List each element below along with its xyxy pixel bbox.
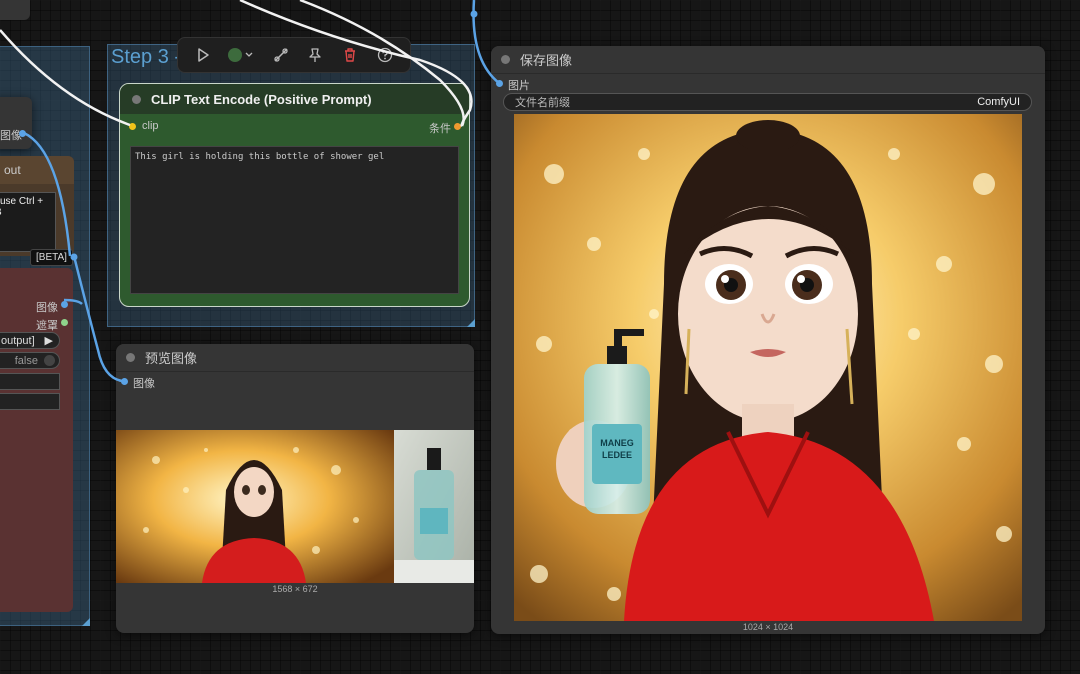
combo-value: output]: [1, 334, 35, 347]
input-widget[interactable]: [0, 373, 60, 390]
partial-node-a[interactable]: 图像: [0, 97, 32, 149]
preview-image-node[interactable]: 预览图像 图像 1568 × 672: [116, 344, 474, 633]
save-image-node[interactable]: 保存图像 图片 文件名前缀 ComfyUI MANEG LEDEE 1024 ×…: [491, 46, 1045, 634]
output-label-image: 图像: [36, 302, 58, 314]
color-circle-icon[interactable]: [225, 42, 259, 68]
image-dimensions: 1568 × 672: [272, 584, 318, 594]
output-image[interactable]: MANEG LEDEE: [514, 114, 1022, 621]
svg-text:MANEG: MANEG: [600, 438, 634, 448]
filename-prefix-field[interactable]: 文件名前缀 ComfyUI: [503, 93, 1032, 111]
collapse-dot[interactable]: [501, 55, 510, 64]
group-resize-handle[interactable]: [467, 319, 475, 327]
node-toolbar: [177, 37, 411, 73]
partial-node-top[interactable]: [0, 0, 30, 20]
image-dimensions: 1024 × 1024: [742, 622, 794, 632]
group-resize-handle[interactable]: [82, 618, 90, 626]
output-label-conditioning: 条件: [429, 123, 451, 135]
node-title: out: [4, 163, 21, 177]
node-title: CLIP Text Encode (Positive Prompt): [151, 91, 372, 107]
node-title: 预览图像: [145, 351, 198, 366]
field-value: ComfyUI: [977, 96, 1020, 108]
prompt-textarea[interactable]: This girl is holding this bottle of show…: [130, 146, 459, 294]
input-slot-image[interactable]: [121, 378, 128, 385]
play-icon[interactable]: [190, 42, 216, 68]
toggle-value: false: [14, 354, 38, 367]
collapse-dot[interactable]: [132, 94, 141, 104]
combo-widget[interactable]: output] ▶: [0, 332, 60, 349]
arrow-right-icon: ▶: [44, 335, 53, 347]
prompt-text: This girl is holding this bottle of show…: [135, 152, 385, 162]
output-label-mask: 遮罩: [36, 320, 58, 332]
input-widget[interactable]: [0, 393, 60, 410]
output-slot-mask[interactable]: [61, 319, 68, 326]
toggle-widget[interactable]: false: [0, 352, 60, 369]
output-slot[interactable]: [19, 130, 26, 137]
textarea-text: l use Ctrl + B: [0, 196, 44, 218]
node-title: 保存图像: [520, 53, 573, 68]
input-label-image: 图像: [133, 378, 155, 390]
preview-image[interactable]: [116, 430, 474, 583]
partial-node-b[interactable]: out l use Ctrl + B: [0, 156, 74, 256]
field-label: 文件名前缀: [515, 97, 570, 109]
group-title[interactable]: Step 3 -: [111, 46, 181, 69]
toggle-knob: [44, 355, 55, 366]
input-label-images: 图片: [508, 80, 530, 92]
pin-icon[interactable]: [302, 42, 328, 68]
input-label-clip: clip: [142, 120, 159, 132]
output-slot-conditioning[interactable]: [454, 123, 461, 130]
input-slot-images[interactable]: [496, 80, 503, 87]
trash-icon[interactable]: [337, 42, 363, 68]
output-slot-image[interactable]: [61, 301, 68, 308]
clip-text-encode-node[interactable]: CLIP Text Encode (Positive Prompt) clip …: [119, 83, 470, 307]
partial-node-c[interactable]: 图像 遮罩 output] ▶ false: [0, 268, 73, 612]
collapse-dot[interactable]: [126, 353, 135, 362]
input-slot-clip[interactable]: [129, 123, 136, 130]
svg-text:LEDEE: LEDEE: [602, 450, 632, 460]
beta-badge: [BETA]: [30, 249, 73, 266]
help-icon[interactable]: [372, 42, 398, 68]
node-textarea[interactable]: l use Ctrl + B: [0, 192, 56, 252]
bypass-icon[interactable]: [268, 42, 294, 68]
